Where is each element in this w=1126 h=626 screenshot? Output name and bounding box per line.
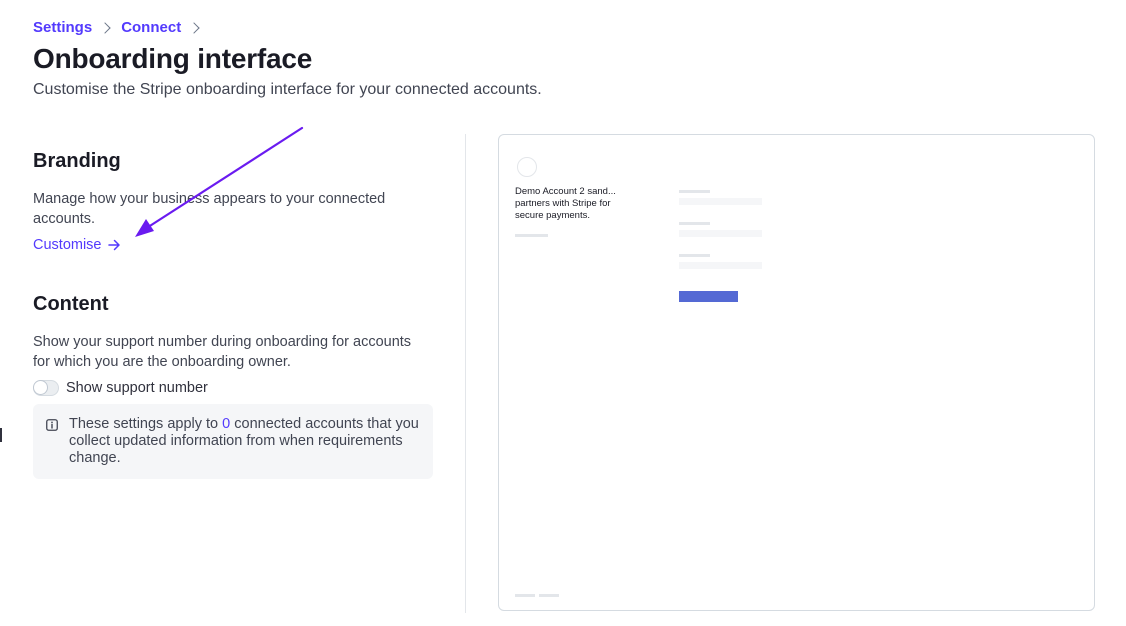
content-title: Content [33,293,109,315]
preview-field-input [679,198,762,205]
toggle-knob [33,380,48,395]
info-notice: These settings apply to 0 connected acco… [33,404,433,479]
chevron-right-icon [188,21,200,34]
support-number-label: Show support number [66,380,208,396]
breadcrumb-settings[interactable]: Settings [33,19,92,36]
preview-field-label [679,190,710,193]
customise-link[interactable]: Customise [33,237,121,253]
preview-field-label [679,222,710,225]
page-subtitle: Customise the Stripe onboarding interfac… [33,81,542,98]
content-description: Show your support number during onboardi… [33,334,412,370]
preview-account-description: Demo Account 2 sand... partners with Str… [515,186,616,221]
breadcrumb: Settings Connect [33,19,210,36]
edge-marker [0,428,2,442]
page-title: Onboarding interface [33,43,313,74]
preview-footer-skeleton [515,594,535,597]
preview-submit-button [679,291,738,302]
support-number-toggle[interactable] [33,380,59,396]
onboarding-preview: Demo Account 2 sand... partners with Str… [498,134,1095,611]
breadcrumb-connect[interactable]: Connect [121,19,181,36]
info-text-before: These settings apply to [69,416,223,432]
preview-field-input [679,262,762,269]
preview-text-skeleton [515,234,548,237]
arrow-right-icon [107,239,120,251]
customise-link-label: Customise [33,237,102,253]
preview-footer-skeleton [539,594,559,597]
chevron-right-icon [99,21,111,34]
preview-field-label [679,254,710,257]
column-divider [465,134,466,613]
preview-logo-placeholder [517,157,537,177]
info-icon [46,419,58,431]
branding-section: Branding Manage how your business appear… [33,150,433,254]
content-section: Content Show your support number during … [33,293,433,479]
branding-description: Manage how your business appears to your… [33,191,386,227]
settings-column: Branding Manage how your business appear… [33,150,433,479]
support-number-toggle-row: Show support number [33,380,433,396]
branding-title: Branding [33,150,121,172]
preview-field-input [679,230,762,237]
